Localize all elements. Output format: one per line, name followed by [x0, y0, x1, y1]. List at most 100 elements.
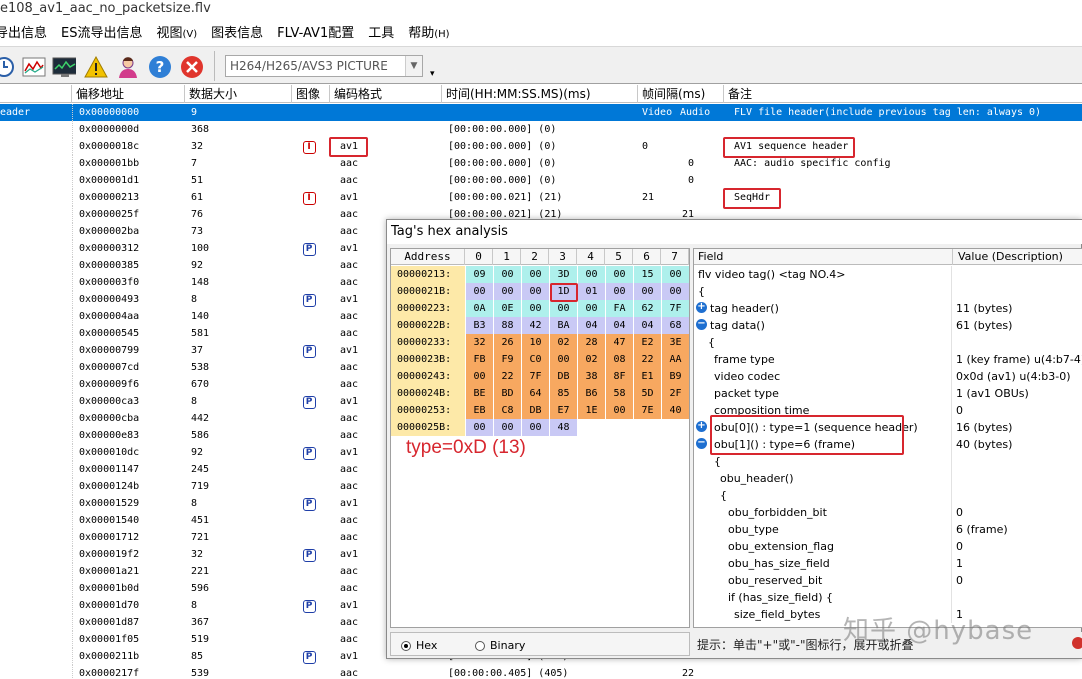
col-header-time[interactable]: 时间(HH:MM:SS.MS)(ms)	[442, 85, 638, 103]
close-icon-small[interactable]	[1072, 637, 1082, 649]
hex-byte[interactable]: 04	[606, 317, 633, 334]
table-row[interactable]: 0x000001bb 7 aac [00:00:00.000] (0) 0 AAC: au…	[0, 155, 1082, 172]
tree-row[interactable]: obu_type 6 (frame)	[694, 521, 1082, 538]
tree-col-field[interactable]: Field	[698, 249, 723, 265]
hex-byte[interactable]: FB	[466, 351, 493, 368]
hex-byte[interactable]: 2F	[662, 385, 689, 402]
hex-byte[interactable]: 62	[634, 300, 661, 317]
hex-byte[interactable]: 00	[578, 266, 605, 283]
hex-byte[interactable]: E7	[550, 402, 577, 419]
tree-row[interactable]: obu_reserved_bit 0	[694, 572, 1082, 589]
menu-item-1[interactable]: ES流导出信息	[54, 22, 149, 47]
hex-byte[interactable]: DB	[522, 402, 549, 419]
hex-byte[interactable]: B9	[662, 368, 689, 385]
hex-byte[interactable]: 7F	[662, 300, 689, 317]
table-row[interactable]: 0x0000018c 32 Iav1 [00:00:00.000] (0) 0 AV1 s…	[0, 138, 1082, 155]
tree-row[interactable]: frame type 1 (key frame) u(4:b7-4)	[694, 351, 1082, 368]
expand-icon[interactable]: +	[696, 302, 707, 313]
expand-icon[interactable]: +	[696, 421, 707, 432]
hex-byte[interactable]: F9	[494, 351, 521, 368]
tree-row[interactable]: obu_forbidden_bit 0	[694, 504, 1082, 521]
tree-row[interactable]: {	[694, 487, 1082, 504]
hex-byte[interactable]: 42	[522, 317, 549, 334]
hex-byte[interactable]: 00	[662, 283, 689, 300]
hex-byte[interactable]: FA	[606, 300, 633, 317]
codec-select[interactable]: H264/H265/AVS3 PICTURE ▼	[225, 55, 423, 77]
hex-byte[interactable]: 64	[522, 385, 549, 402]
radio-hex-dot[interactable]	[401, 640, 411, 651]
hex-byte[interactable]: 8F	[606, 368, 633, 385]
col-header-size[interactable]: 数据大小	[185, 85, 292, 103]
tree-col-value[interactable]: Value (Description)	[958, 249, 1063, 265]
hex-byte[interactable]: 7E	[634, 402, 661, 419]
col-header-codec[interactable]: 编码格式	[330, 85, 442, 103]
tree-row[interactable]: flv video tag() <tag NO.4>	[694, 266, 1082, 283]
hex-byte[interactable]: 00	[606, 283, 633, 300]
hex-byte[interactable]: EB	[466, 402, 493, 419]
tree-row[interactable]: {	[694, 334, 1082, 351]
hex-byte[interactable]: 02	[578, 351, 605, 368]
hex-byte[interactable]: 00	[550, 351, 577, 368]
waveform-icon[interactable]	[22, 55, 46, 79]
tree-row[interactable]: obu_extension_flag 0	[694, 538, 1082, 555]
hex-byte[interactable]: 00	[466, 283, 493, 300]
col-header-name[interactable]	[0, 85, 72, 103]
warning-icon[interactable]	[84, 55, 108, 79]
hex-byte[interactable]: 00	[494, 266, 521, 283]
hex-byte[interactable]: DB	[550, 368, 577, 385]
tree-row[interactable]: {	[694, 283, 1082, 300]
hex-byte[interactable]: 00	[522, 283, 549, 300]
hex-byte[interactable]: 48	[550, 419, 577, 436]
hex-byte[interactable]	[634, 419, 661, 436]
hex-byte[interactable]: 00	[550, 300, 577, 317]
hex-byte[interactable]: 88	[494, 317, 521, 334]
hex-byte[interactable]: 7F	[522, 368, 549, 385]
tree-col-divider[interactable]	[952, 249, 953, 265]
table-row[interactable]: eader 0x00000000 9 Video Audio FLV file heade…	[0, 104, 1082, 121]
chevron-down-icon[interactable]: ▼	[405, 56, 422, 76]
hex-byte[interactable]: 04	[634, 317, 661, 334]
hex-byte[interactable]: 00	[466, 368, 493, 385]
radio-binary-dot[interactable]	[475, 640, 485, 651]
toolbar-overflow-icon[interactable]: ▾	[430, 69, 435, 79]
hex-byte[interactable]: 22	[494, 368, 521, 385]
hex-byte[interactable]: 85	[550, 385, 577, 402]
radio-binary[interactable]: Binary	[475, 639, 525, 652]
hex-byte[interactable]: BA	[550, 317, 577, 334]
collapse-icon[interactable]: −	[696, 319, 707, 330]
col-header-image[interactable]: 图像	[292, 85, 330, 103]
tree-row[interactable]: − tag data() 61 (bytes)	[694, 317, 1082, 334]
hex-byte[interactable]: 68	[662, 317, 689, 334]
hex-byte[interactable]: 00	[522, 300, 549, 317]
hex-byte[interactable]: 0A	[466, 300, 493, 317]
hex-byte[interactable]: C8	[494, 402, 521, 419]
help-icon[interactable]: ?	[148, 55, 172, 79]
hex-byte[interactable]: 26	[494, 334, 521, 351]
tree-row[interactable]: video codec 0x0d (av1) u(4:b3-0)	[694, 368, 1082, 385]
table-row[interactable]: 0x00000213 61 Iav1 [00:00:00.021] (21) 21 Seq…	[0, 189, 1082, 206]
hex-byte[interactable]: 00	[494, 283, 521, 300]
menu-item-4[interactable]: FLV-AV1配置	[270, 22, 361, 47]
hex-byte[interactable]: 00	[522, 419, 549, 436]
menu-item-2[interactable]: 视图(V)	[149, 22, 204, 47]
radio-hex[interactable]: Hex	[401, 639, 437, 652]
hex-byte[interactable]: 00	[494, 419, 521, 436]
hex-byte[interactable]: 08	[606, 351, 633, 368]
hex-byte[interactable]	[662, 419, 689, 436]
clock-icon[interactable]	[0, 55, 16, 79]
collapse-icon[interactable]: −	[696, 438, 707, 449]
hex-byte[interactable]: 15	[634, 266, 661, 283]
hex-byte[interactable]: AA	[662, 351, 689, 368]
hex-byte[interactable]: 02	[550, 334, 577, 351]
hex-byte[interactable]: 28	[578, 334, 605, 351]
hex-byte[interactable]: 47	[606, 334, 633, 351]
col-header-interval[interactable]: 帧间隔(ms)	[638, 85, 724, 103]
hex-byte[interactable]: 38	[578, 368, 605, 385]
hex-byte[interactable]: C0	[522, 351, 549, 368]
table-row[interactable]: 0x0000000d 368 [00:00:00.000] (0)	[0, 121, 1082, 138]
user-icon[interactable]	[116, 55, 140, 79]
menu-item-3[interactable]: 图表信息	[204, 22, 270, 47]
col-header-offset[interactable]: 偏移地址	[72, 85, 185, 103]
hex-byte[interactable]: 00	[662, 266, 689, 283]
hex-byte[interactable]: 5D	[634, 385, 661, 402]
